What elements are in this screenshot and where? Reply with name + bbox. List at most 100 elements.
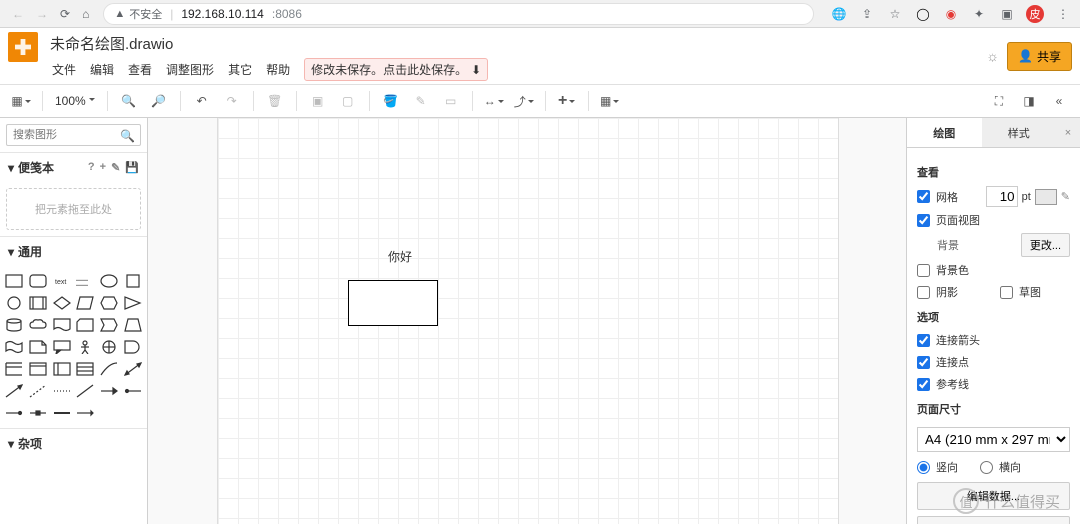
zoom-level[interactable]: 100%: [51, 94, 99, 108]
shape-arrow-bidi[interactable]: [121, 358, 145, 380]
waypoint-button[interactable]: ⤴: [511, 88, 537, 114]
shape-rect[interactable]: [2, 270, 26, 292]
shape-or[interactable]: [97, 336, 121, 358]
menu-help[interactable]: 帮助: [260, 59, 296, 80]
page-surface[interactable]: 你好: [218, 118, 838, 524]
close-panel-button[interactable]: ×: [1056, 118, 1080, 147]
translate-icon[interactable]: 🌐: [830, 5, 848, 23]
shape-datastore[interactable]: [2, 358, 26, 380]
guides-checkbox[interactable]: [917, 378, 930, 391]
collapse-button[interactable]: «: [1046, 88, 1072, 114]
fill-color-button[interactable]: 🪣: [378, 88, 404, 114]
shape-ellipse[interactable]: [97, 270, 121, 292]
shape-tape[interactable]: [2, 336, 26, 358]
bgcolor-checkbox[interactable]: [917, 264, 930, 277]
misc-header[interactable]: ▾ 杂项: [0, 429, 147, 458]
shape-callout[interactable]: [50, 336, 74, 358]
scratchpad-header[interactable]: ▾ 便笺本 ? + ✎ 💾: [0, 153, 147, 182]
shape-circle[interactable]: [2, 292, 26, 314]
shape-connector5[interactable]: [74, 402, 98, 424]
shape-dotted[interactable]: [50, 380, 74, 402]
shapes-header[interactable]: ▾ 通用: [0, 237, 147, 266]
shape-step[interactable]: [97, 314, 121, 336]
shadow-checkbox[interactable]: [917, 286, 930, 299]
shape-container2[interactable]: [50, 358, 74, 380]
edit-icon[interactable]: ✎: [111, 161, 120, 174]
shape-connector3[interactable]: [26, 402, 50, 424]
shape-list[interactable]: [74, 358, 98, 380]
delete-button[interactable]: 🗑: [262, 88, 288, 114]
shape-and[interactable]: [121, 336, 145, 358]
shape-note[interactable]: [26, 336, 50, 358]
reload-button[interactable]: ⟳: [60, 7, 70, 21]
unsaved-warning[interactable]: 修改未保存。点击此处保存。 ⬇: [304, 58, 488, 81]
conn-arrows-checkbox[interactable]: [917, 334, 930, 347]
connection-button[interactable]: ↔: [481, 88, 507, 114]
bookmark-icon[interactable]: ☆: [886, 5, 904, 23]
zoom-out-button[interactable]: 🔎: [146, 88, 172, 114]
grid-checkbox[interactable]: [917, 190, 930, 203]
home-button[interactable]: ⌂: [82, 7, 89, 21]
table-button[interactable]: ▦: [597, 88, 623, 114]
share-button[interactable]: 👤 共享: [1007, 42, 1072, 71]
app-logo-icon[interactable]: [8, 32, 38, 62]
canvas-rectangle[interactable]: [348, 280, 438, 326]
extensions-icon[interactable]: ✦: [970, 5, 988, 23]
conn-points-checkbox[interactable]: [917, 356, 930, 369]
shape-connector1[interactable]: [121, 380, 145, 402]
shape-diamond[interactable]: [50, 292, 74, 314]
shape-text[interactable]: text: [50, 270, 74, 292]
shape-textbox[interactable]: ▬▬▬▬▬▬: [74, 270, 98, 292]
add-icon[interactable]: +: [100, 161, 106, 174]
view-mode-button[interactable]: ▦: [8, 88, 34, 114]
back-button[interactable]: ←: [12, 7, 24, 21]
shape-cloud[interactable]: [26, 314, 50, 336]
address-bar[interactable]: ▲ 不安全 | 192.168.10.114:8086: [103, 3, 814, 25]
shape-line-arrow[interactable]: [97, 380, 121, 402]
portrait-radio[interactable]: [917, 461, 930, 474]
insert-button[interactable]: +: [554, 88, 580, 114]
canvas[interactable]: 你好: [148, 118, 906, 524]
pagesize-select[interactable]: A4 (210 mm x 297 mm): [917, 427, 1070, 452]
ext1-icon[interactable]: ◯: [914, 5, 932, 23]
menu-arrange[interactable]: 调整图形: [160, 59, 220, 80]
menu-file[interactable]: 文件: [46, 59, 82, 80]
shape-connector2[interactable]: [2, 402, 26, 424]
shape-triangle[interactable]: [121, 292, 145, 314]
menu-icon[interactable]: ⋮: [1054, 5, 1072, 23]
sketch-checkbox[interactable]: [1000, 286, 1013, 299]
landscape-radio[interactable]: [980, 461, 993, 474]
shape-connector4[interactable]: [50, 402, 74, 424]
share-icon[interactable]: ⇪: [858, 5, 876, 23]
clear-style-button[interactable]: 清除默认风格: [917, 516, 1070, 524]
document-title[interactable]: 未命名绘图.drawio: [46, 31, 488, 56]
sidepanel-icon[interactable]: ▣: [998, 5, 1016, 23]
redo-button[interactable]: ↷: [219, 88, 245, 114]
shape-process[interactable]: [26, 292, 50, 314]
shape-roundrect[interactable]: [26, 270, 50, 292]
save-icon[interactable]: 💾: [125, 161, 139, 174]
shape-square[interactable]: [121, 270, 145, 292]
tab-style[interactable]: 样式: [982, 118, 1057, 147]
shape-parallelogram[interactable]: [74, 292, 98, 314]
undo-button[interactable]: ↶: [189, 88, 215, 114]
shape-actor[interactable]: [74, 336, 98, 358]
fullscreen-button[interactable]: ⛶: [986, 88, 1012, 114]
menu-view[interactable]: 查看: [122, 59, 158, 80]
shape-trapezoid[interactable]: [121, 314, 145, 336]
grid-size-input[interactable]: [986, 186, 1018, 207]
shadow-button[interactable]: ▭: [438, 88, 464, 114]
shape-dashed[interactable]: [26, 380, 50, 402]
shape-card[interactable]: [74, 314, 98, 336]
line-color-button[interactable]: ✎: [408, 88, 434, 114]
scratchpad-dropzone[interactable]: 把元素拖至此处: [6, 188, 141, 230]
theme-toggle-icon[interactable]: ☼: [986, 48, 999, 64]
menu-extras[interactable]: 其它: [222, 59, 258, 80]
to-back-button[interactable]: ▢: [335, 88, 361, 114]
profile-avatar[interactable]: 皮: [1026, 5, 1044, 23]
pencil-icon[interactable]: ✎: [1061, 190, 1070, 203]
shape-document[interactable]: [50, 314, 74, 336]
zoom-in-button[interactable]: 🔍: [116, 88, 142, 114]
tab-diagram[interactable]: 绘图: [907, 118, 982, 147]
shape-curve[interactable]: [97, 358, 121, 380]
